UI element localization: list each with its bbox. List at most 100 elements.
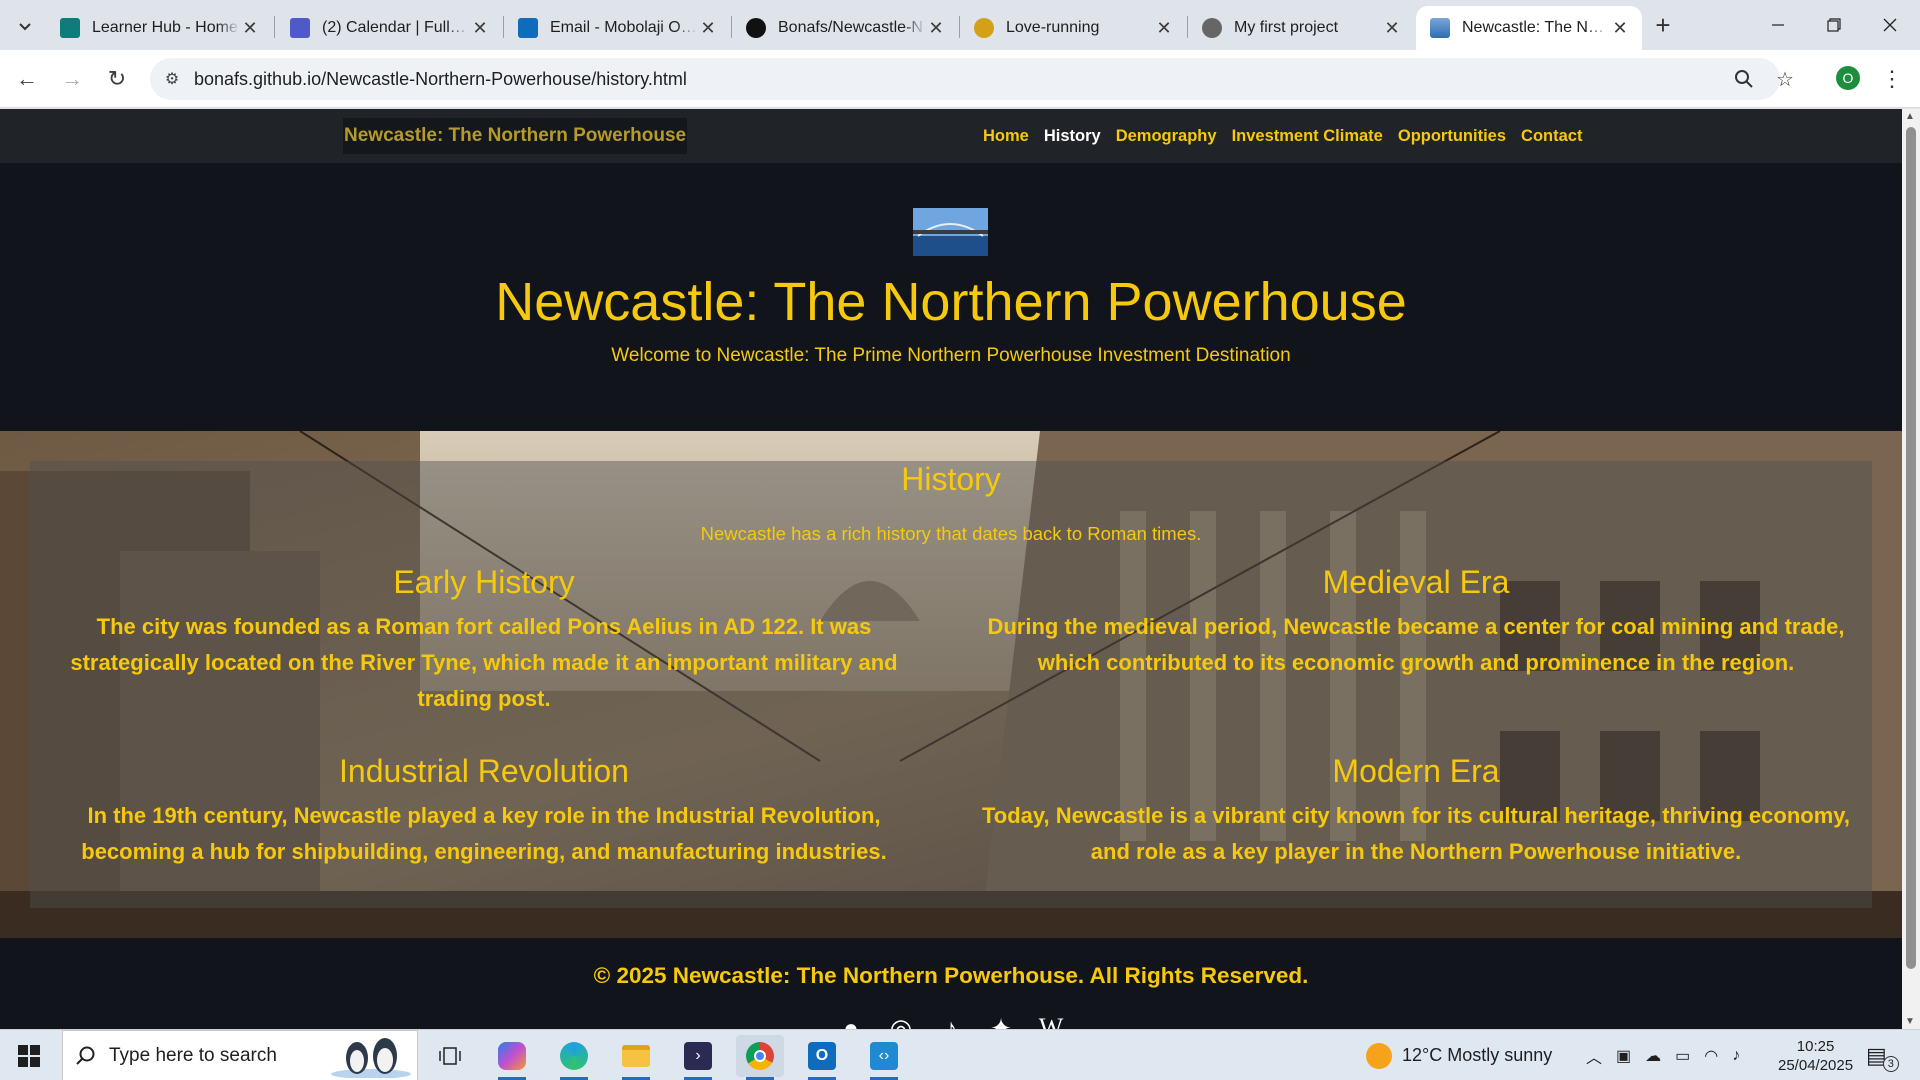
- arrow-left-icon: ←: [16, 66, 38, 91]
- tab-email[interactable]: Email - Mobolaji Ona ✕: [504, 6, 730, 50]
- restore-button[interactable]: [1806, 0, 1862, 50]
- close-icon[interactable]: ✕: [926, 18, 946, 39]
- new-tab-button[interactable]: +: [1648, 10, 1678, 40]
- system-tray: ︿ ▣ ☁ ▭ ◠ ♪: [1586, 1030, 1740, 1080]
- tab-my-first-project[interactable]: My first project ✕: [1188, 6, 1414, 50]
- instagram-icon[interactable]: ◎: [886, 1013, 916, 1029]
- close-icon[interactable]: ✕: [1610, 18, 1630, 39]
- tab-title: (2) Calendar | Full Sta: [322, 19, 470, 36]
- era-industrial-revolution: Industrial Revolution In the 19th centur…: [34, 753, 934, 870]
- copilot-icon[interactable]: [488, 1035, 536, 1080]
- penguins-search-highlight-icon: [331, 1038, 411, 1078]
- tab-love-running[interactable]: Love-running ✕: [960, 6, 1186, 50]
- sharepoint-icon: [60, 18, 80, 38]
- battery-icon[interactable]: ▭: [1675, 1046, 1690, 1066]
- forward-button[interactable]: →: [57, 64, 87, 94]
- twitter-icon[interactable]: ✦: [986, 1013, 1016, 1029]
- nav-opportunities[interactable]: Opportunities: [1398, 127, 1506, 146]
- close-icon[interactable]: ✕: [698, 18, 718, 39]
- chrome-icon[interactable]: [736, 1035, 784, 1080]
- bookmark-star-icon[interactable]: ☆: [1770, 64, 1800, 94]
- file-explorer-icon[interactable]: [612, 1035, 660, 1080]
- close-icon[interactable]: ✕: [470, 18, 490, 39]
- task-view-icon[interactable]: [426, 1035, 474, 1077]
- volume-icon[interactable]: ♪: [1732, 1047, 1740, 1065]
- browser-toolbar: ← → ↻ ⚙ bonafs.github.io/Newcastle-North…: [0, 50, 1920, 108]
- wifi-icon[interactable]: ◠: [1704, 1046, 1718, 1066]
- search-icon: [76, 1046, 95, 1065]
- zoom-icon[interactable]: [1729, 64, 1759, 94]
- chevron-down-icon: [19, 23, 31, 31]
- scroll-down-icon[interactable]: ▼: [1905, 1016, 1915, 1027]
- outlook-icon[interactable]: O: [798, 1035, 846, 1080]
- weather-widget[interactable]: 12°C Mostly sunny: [1366, 1030, 1552, 1080]
- reload-button[interactable]: ↻: [102, 64, 132, 94]
- onedrive-icon[interactable]: ☁: [1645, 1046, 1661, 1066]
- era-title: Early History: [393, 564, 575, 600]
- tab-strip: Learner Hub - Home ✕ (2) Calendar | Full…: [0, 0, 1920, 50]
- era-medieval: Medieval Era During the medieval period,…: [966, 564, 1866, 681]
- meet-now-icon[interactable]: ▣: [1616, 1046, 1631, 1066]
- chevron-up-icon[interactable]: ︿: [1586, 1044, 1602, 1068]
- taskbar-search[interactable]: Type here to search: [62, 1030, 418, 1080]
- edge-icon[interactable]: [550, 1035, 598, 1080]
- era-title: Modern Era: [1332, 753, 1500, 789]
- newcastle-bridge-image: [913, 208, 988, 256]
- hero-subtitle: Welcome to Newcastle: The Prime Northern…: [611, 345, 1291, 366]
- close-icon[interactable]: ✕: [240, 18, 260, 39]
- era-early-history: Early History The city was founded as a …: [34, 564, 934, 717]
- url-text[interactable]: bonafs.github.io/Newcastle-Northern-Powe…: [194, 69, 687, 90]
- site-nav-links: Home History Demography Investment Clima…: [983, 109, 1597, 163]
- footer-copyright: © 2025 Newcastle: The Northern Powerhous…: [593, 963, 1309, 988]
- scrollbar-thumb[interactable]: [1906, 127, 1916, 969]
- nav-history[interactable]: History: [1044, 127, 1101, 146]
- nav-home[interactable]: Home: [983, 127, 1029, 146]
- profile-avatar[interactable]: O: [1836, 66, 1860, 90]
- era-text: Today, Newcastle is a vibrant city known…: [982, 803, 1850, 864]
- weather-text: 12°C Mostly sunny: [1402, 1045, 1553, 1065]
- close-icon: [1883, 18, 1897, 32]
- tab-newcastle[interactable]: Newcastle: The Northe ✕: [1416, 6, 1642, 50]
- facebook-icon[interactable]: ●: [836, 1013, 866, 1029]
- era-text: During the medieval period, Newcastle be…: [987, 614, 1845, 675]
- history-intro: Newcastle has a rich history that dates …: [700, 523, 1202, 544]
- close-icon[interactable]: ✕: [1154, 18, 1174, 39]
- site-info-icon[interactable]: ⚙: [150, 69, 194, 89]
- tiktok-icon[interactable]: ♪: [936, 1013, 966, 1029]
- notifications-button[interactable]: ▤ 3: [1866, 1030, 1903, 1080]
- nav-contact[interactable]: Contact: [1521, 127, 1582, 146]
- close-window-button[interactable]: [1862, 0, 1918, 50]
- clock[interactable]: 10:25 25/04/2025: [1778, 1030, 1853, 1080]
- start-button[interactable]: [0, 1030, 58, 1080]
- tab-calendar[interactable]: (2) Calendar | Full Sta ✕: [276, 6, 502, 50]
- teams-icon: [290, 18, 310, 38]
- wikipedia-icon[interactable]: W: [1036, 1013, 1066, 1029]
- windows-taskbar: Type here to search › O ‹› 12°C Mostly s…: [0, 1029, 1920, 1080]
- globe-icon: [1202, 18, 1222, 38]
- hero-title: Newcastle: The Northern Powerhouse: [495, 272, 1407, 332]
- scroll-up-icon[interactable]: ▲: [1905, 111, 1915, 122]
- site-navbar: Newcastle: The Northern Powerhouse Home …: [0, 109, 1902, 163]
- back-button[interactable]: ←: [12, 64, 42, 94]
- github-icon: [746, 18, 766, 38]
- arrow-right-icon: →: [61, 66, 83, 91]
- site-brand[interactable]: Newcastle: The Northern Powerhouse: [343, 118, 688, 154]
- browser-menu-icon[interactable]: ⋮: [1881, 64, 1903, 94]
- tab-github[interactable]: Bonafs/Newcastle-N ✕: [732, 6, 958, 50]
- outlook-icon: [518, 18, 538, 38]
- newcastle-favicon: [1430, 18, 1450, 38]
- clock-date: 25/04/2025: [1778, 1056, 1854, 1074]
- close-icon[interactable]: ✕: [1382, 18, 1402, 39]
- minimize-button[interactable]: [1750, 0, 1806, 50]
- vscode-icon[interactable]: ‹›: [860, 1035, 908, 1080]
- tab-search-button[interactable]: [10, 11, 40, 41]
- nav-demography[interactable]: Demography: [1116, 127, 1217, 146]
- page-scrollbar[interactable]: ▲ ▼: [1902, 109, 1920, 1029]
- address-bar[interactable]: ⚙ bonafs.github.io/Newcastle-Northern-Po…: [150, 58, 1780, 100]
- tab-title: Love-running: [1006, 19, 1100, 36]
- history-title: History: [901, 461, 1001, 497]
- nav-investment-climate[interactable]: Investment Climate: [1232, 127, 1383, 146]
- tab-learner-hub[interactable]: Learner Hub - Home ✕: [46, 6, 272, 50]
- powershell-icon[interactable]: ›: [674, 1035, 722, 1080]
- clock-time: 10:25: [1796, 1037, 1835, 1055]
